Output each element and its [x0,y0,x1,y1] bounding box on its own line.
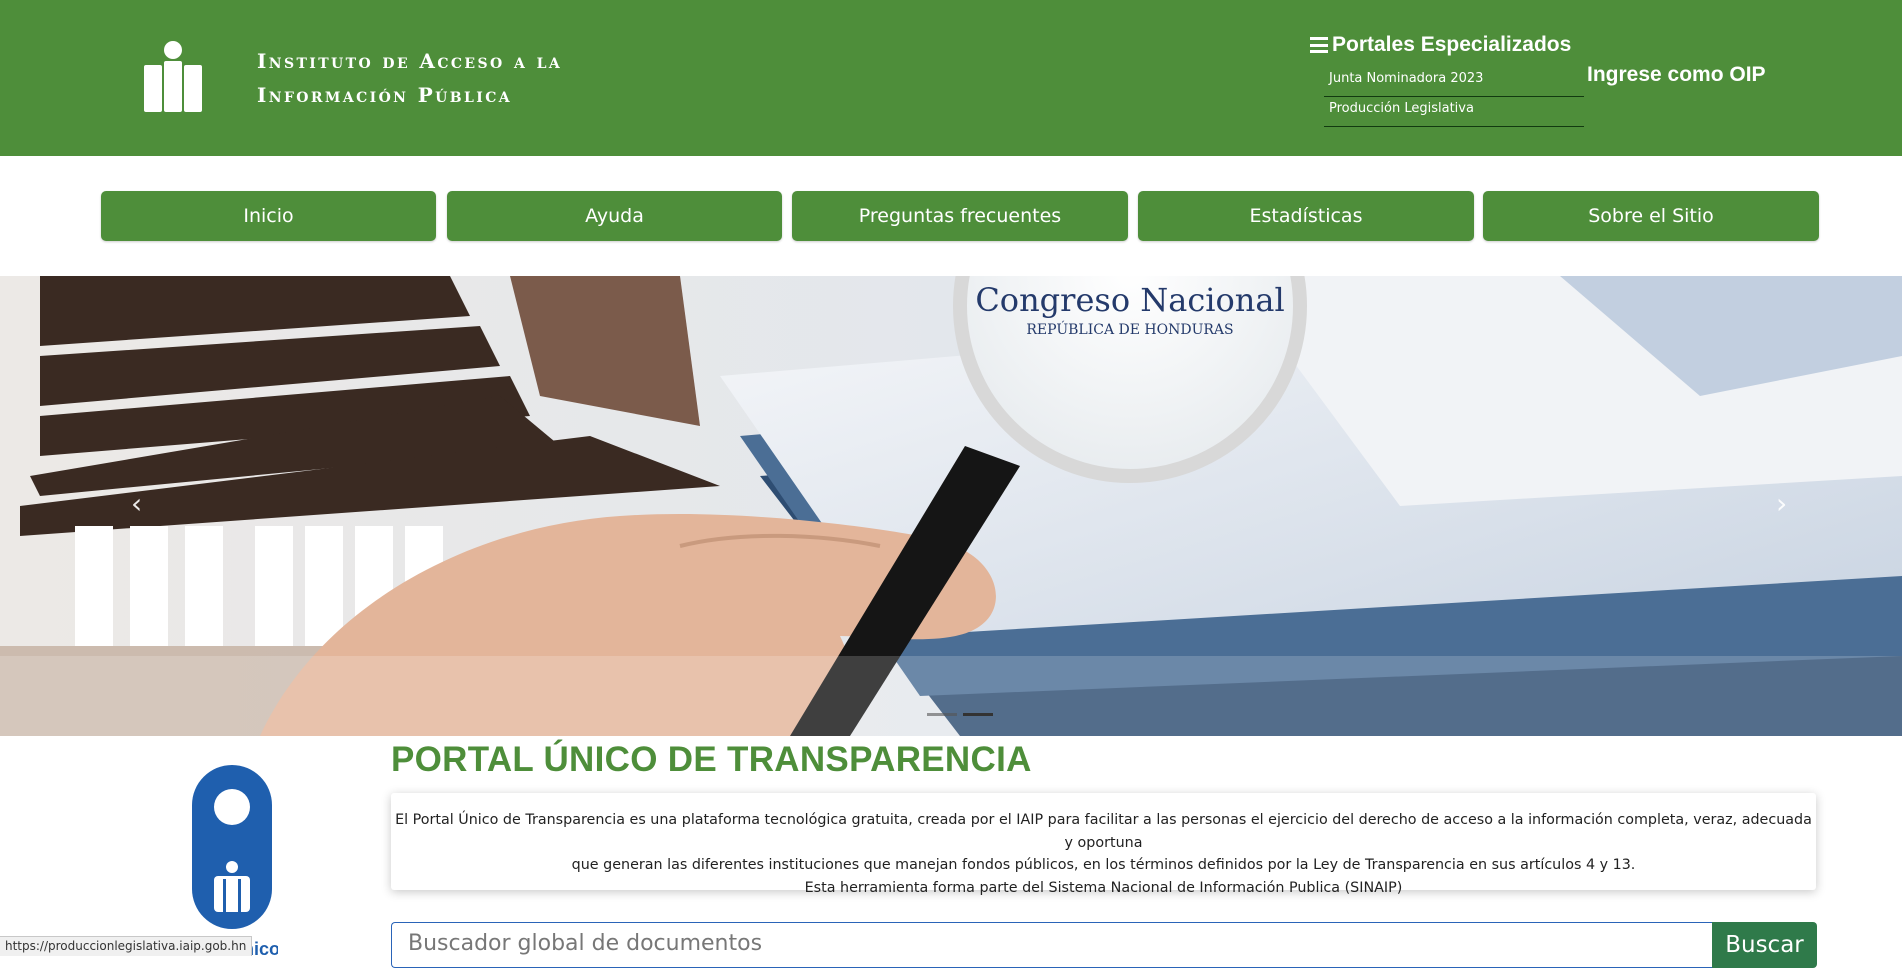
nav-inicio-button[interactable]: Inicio [101,191,436,241]
search-button[interactable]: Buscar [1712,922,1817,968]
site-header: Instituto de Acceso a la Información Púb… [0,0,1902,156]
carousel-prev-icon[interactable]: ‹ [131,490,142,518]
global-search-input[interactable]: Buscador global de documentos [391,922,1713,968]
banner-subtitle: REPÚBLICA DE HONDURAS [1026,320,1233,338]
portal-link-junta-nominadora[interactable]: Junta Nominadora 2023 [1324,67,1584,97]
portales-especializados-menu[interactable]: Portales Especializados [1310,33,1571,57]
institute-name-line1: Instituto de Acceso a la [257,49,563,73]
nav-estadisticas-button[interactable]: Estadísticas [1138,191,1474,241]
nav-ayuda-button[interactable]: Ayuda [447,191,782,241]
carousel-next-icon[interactable]: › [1776,490,1787,518]
institute-name[interactable]: Instituto de Acceso a la Información Púb… [257,44,562,112]
portal-unico-logo-icon: al Único [192,765,278,956]
login-oip-link[interactable]: Ingrese como OIP [1587,63,1766,87]
description-line-2: que generan las diferentes instituciones… [571,857,1636,873]
institute-name-line2: Información Pública [257,83,513,107]
hamburger-icon [1310,37,1328,53]
description-card: El Portal Único de Transparencia es una … [391,793,1816,896]
banner-image: Congreso Nacional REPÚBLICA DE HONDURAS [0,276,1902,736]
institute-logo-icon[interactable] [144,40,202,112]
description-line-1: El Portal Único de Transparencia es una … [395,812,1812,851]
carousel-indicator-2[interactable] [963,713,993,716]
description-line-3: Esta herramienta forma parte del Sistema… [804,879,1403,896]
banner-title: Congreso Nacional [975,281,1284,319]
nav-preguntas-button[interactable]: Preguntas frecuentes [792,191,1128,241]
page-title: PORTAL ÚNICO DE TRANSPARENCIA [391,740,1032,779]
nav-sobre-button[interactable]: Sobre el Sitio [1483,191,1819,241]
status-bar-url: https://produccionlegislativa.iaip.gob.h… [0,936,253,956]
portales-title: Portales Especializados [1332,33,1572,56]
hero-carousel[interactable]: Congreso Nacional REPÚBLICA DE HONDURAS [0,276,1902,736]
portal-link-produccion-legislativa[interactable]: Producción Legislativa [1324,97,1584,127]
carousel-indicator-1[interactable] [927,713,957,716]
